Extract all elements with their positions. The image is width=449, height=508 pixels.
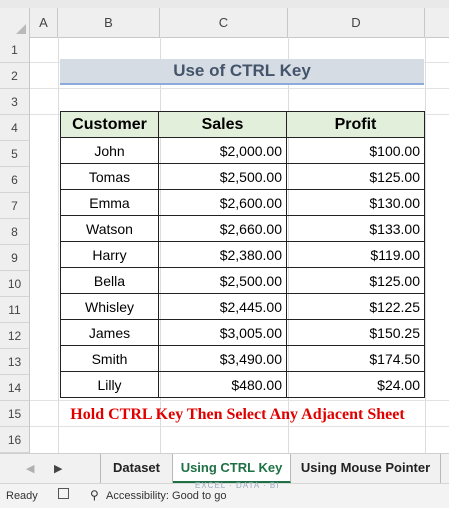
table-row: Lilly $480.00 $24.00 (60, 371, 425, 398)
accessibility-status[interactable]: Accessibility: Good to go (106, 490, 226, 502)
row-header[interactable]: 15 (0, 401, 29, 427)
cell-sales[interactable]: $3,005.00 (158, 319, 287, 346)
scroll-tabs-right-icon[interactable]: ▶ (54, 462, 62, 475)
row-header[interactable]: 16 (0, 427, 29, 453)
header-customer[interactable]: Customer (60, 111, 159, 138)
cell-customer[interactable]: Bella (60, 267, 159, 294)
cell-sales[interactable]: $2,380.00 (158, 241, 287, 268)
cell-profit[interactable]: $122.25 (286, 293, 425, 320)
row-header-bar: 1 2 3 4 5 6 7 8 9 10 11 12 13 14 15 16 (0, 37, 30, 453)
tab-using-mouse-pointer[interactable]: Using Mouse Pointer (291, 454, 441, 483)
table-row: Bella $2,500.00 $125.00 (60, 267, 425, 294)
row-header[interactable]: 4 (0, 115, 29, 141)
row-header[interactable]: 13 (0, 349, 29, 375)
cell-customer[interactable]: Whisley (60, 293, 159, 320)
table-row: Smith $3,490.00 $174.50 (60, 345, 425, 372)
select-all-triangle-icon (16, 24, 26, 34)
table-row: Whisley $2,445.00 $122.25 (60, 293, 425, 320)
cell-sales[interactable]: $2,660.00 (158, 215, 287, 242)
cell-profit[interactable]: $119.00 (286, 241, 425, 268)
table-row: Tomas $2,500.00 $125.00 (60, 163, 425, 190)
row-header[interactable]: 3 (0, 89, 29, 115)
cell-customer[interactable]: Emma (60, 189, 159, 216)
column-header-d[interactable]: D (288, 8, 425, 37)
row-header[interactable]: 11 (0, 297, 29, 323)
cell-sales[interactable]: $2,600.00 (158, 189, 287, 216)
cell-profit[interactable]: $125.00 (286, 267, 425, 294)
cell-profit[interactable]: $133.00 (286, 215, 425, 242)
row-header[interactable]: 10 (0, 271, 29, 297)
cell-profit[interactable]: $100.00 (286, 137, 425, 164)
row-header[interactable]: 6 (0, 167, 29, 193)
window-top-strip (0, 0, 449, 8)
cell-profit[interactable]: $174.50 (286, 345, 425, 372)
watermark-text: EXCEL · DATA · BI (195, 481, 280, 490)
instruction-note[interactable]: Hold CTRL Key Then Select Any Adjacent S… (40, 404, 435, 426)
row-header[interactable]: 1 (0, 37, 29, 63)
table-row: Harry $2,380.00 $119.00 (60, 241, 425, 268)
data-table: Customer Sales Profit John $2,000.00 $100.… (60, 111, 425, 398)
cell-profit[interactable]: $150.25 (286, 319, 425, 346)
table-row: Emma $2,600.00 $130.00 (60, 189, 425, 216)
gridline (58, 37, 59, 453)
gridline (425, 37, 426, 453)
header-profit[interactable]: Profit (286, 111, 425, 138)
select-all-corner[interactable] (0, 8, 30, 37)
accessibility-icon[interactable]: ⚲ (90, 488, 99, 502)
gridline (30, 88, 449, 89)
cell-customer[interactable]: John (60, 137, 159, 164)
row-header[interactable]: 2 (0, 63, 29, 89)
cell-profit[interactable]: $130.00 (286, 189, 425, 216)
status-ready: Ready (6, 490, 38, 502)
cell-customer[interactable]: Tomas (60, 163, 159, 190)
cell-customer[interactable]: James (60, 319, 159, 346)
row-header[interactable]: 12 (0, 323, 29, 349)
cell-sales[interactable]: $480.00 (158, 371, 287, 398)
row-header[interactable]: 9 (0, 245, 29, 271)
column-header-a[interactable]: A (30, 8, 58, 37)
row-header[interactable]: 8 (0, 219, 29, 245)
cell-profit[interactable]: $24.00 (286, 371, 425, 398)
column-header-c[interactable]: C (160, 8, 288, 37)
row-header[interactable]: 5 (0, 141, 29, 167)
row-header[interactable]: 7 (0, 193, 29, 219)
gridline (30, 400, 449, 401)
sheet-tab-bar: ◀ ▶ Dataset Using CTRL Key Using Mouse P… (0, 453, 449, 483)
gridline (30, 426, 449, 427)
table-row: John $2,000.00 $100.00 (60, 137, 425, 164)
cell-sales[interactable]: $2,500.00 (158, 267, 287, 294)
macro-recording-icon[interactable] (58, 488, 69, 499)
cell-sales[interactable]: $2,445.00 (158, 293, 287, 320)
cell-customer[interactable]: Smith (60, 345, 159, 372)
cell-profit[interactable]: $125.00 (286, 163, 425, 190)
cell-customer[interactable]: Lilly (60, 371, 159, 398)
cell-sales[interactable]: $2,000.00 (158, 137, 287, 164)
cell-customer[interactable]: Harry (60, 241, 159, 268)
tab-using-ctrl-key[interactable]: Using CTRL Key (173, 454, 291, 483)
table-row: Watson $2,660.00 $133.00 (60, 215, 425, 242)
header-sales[interactable]: Sales (158, 111, 287, 138)
tab-dataset[interactable]: Dataset (100, 454, 173, 483)
cell-customer[interactable]: Watson (60, 215, 159, 242)
row-header[interactable]: 14 (0, 375, 29, 401)
table-row: James $3,005.00 $150.25 (60, 319, 425, 346)
scroll-tabs-left-icon[interactable]: ◀ (26, 462, 34, 475)
cell-sales[interactable]: $2,500.00 (158, 163, 287, 190)
column-header-b[interactable]: B (58, 8, 160, 37)
cell-sales[interactable]: $3,490.00 (158, 345, 287, 372)
sheet-title[interactable]: Use of CTRL Key (60, 59, 424, 85)
table-header-row: Customer Sales Profit (60, 111, 425, 138)
